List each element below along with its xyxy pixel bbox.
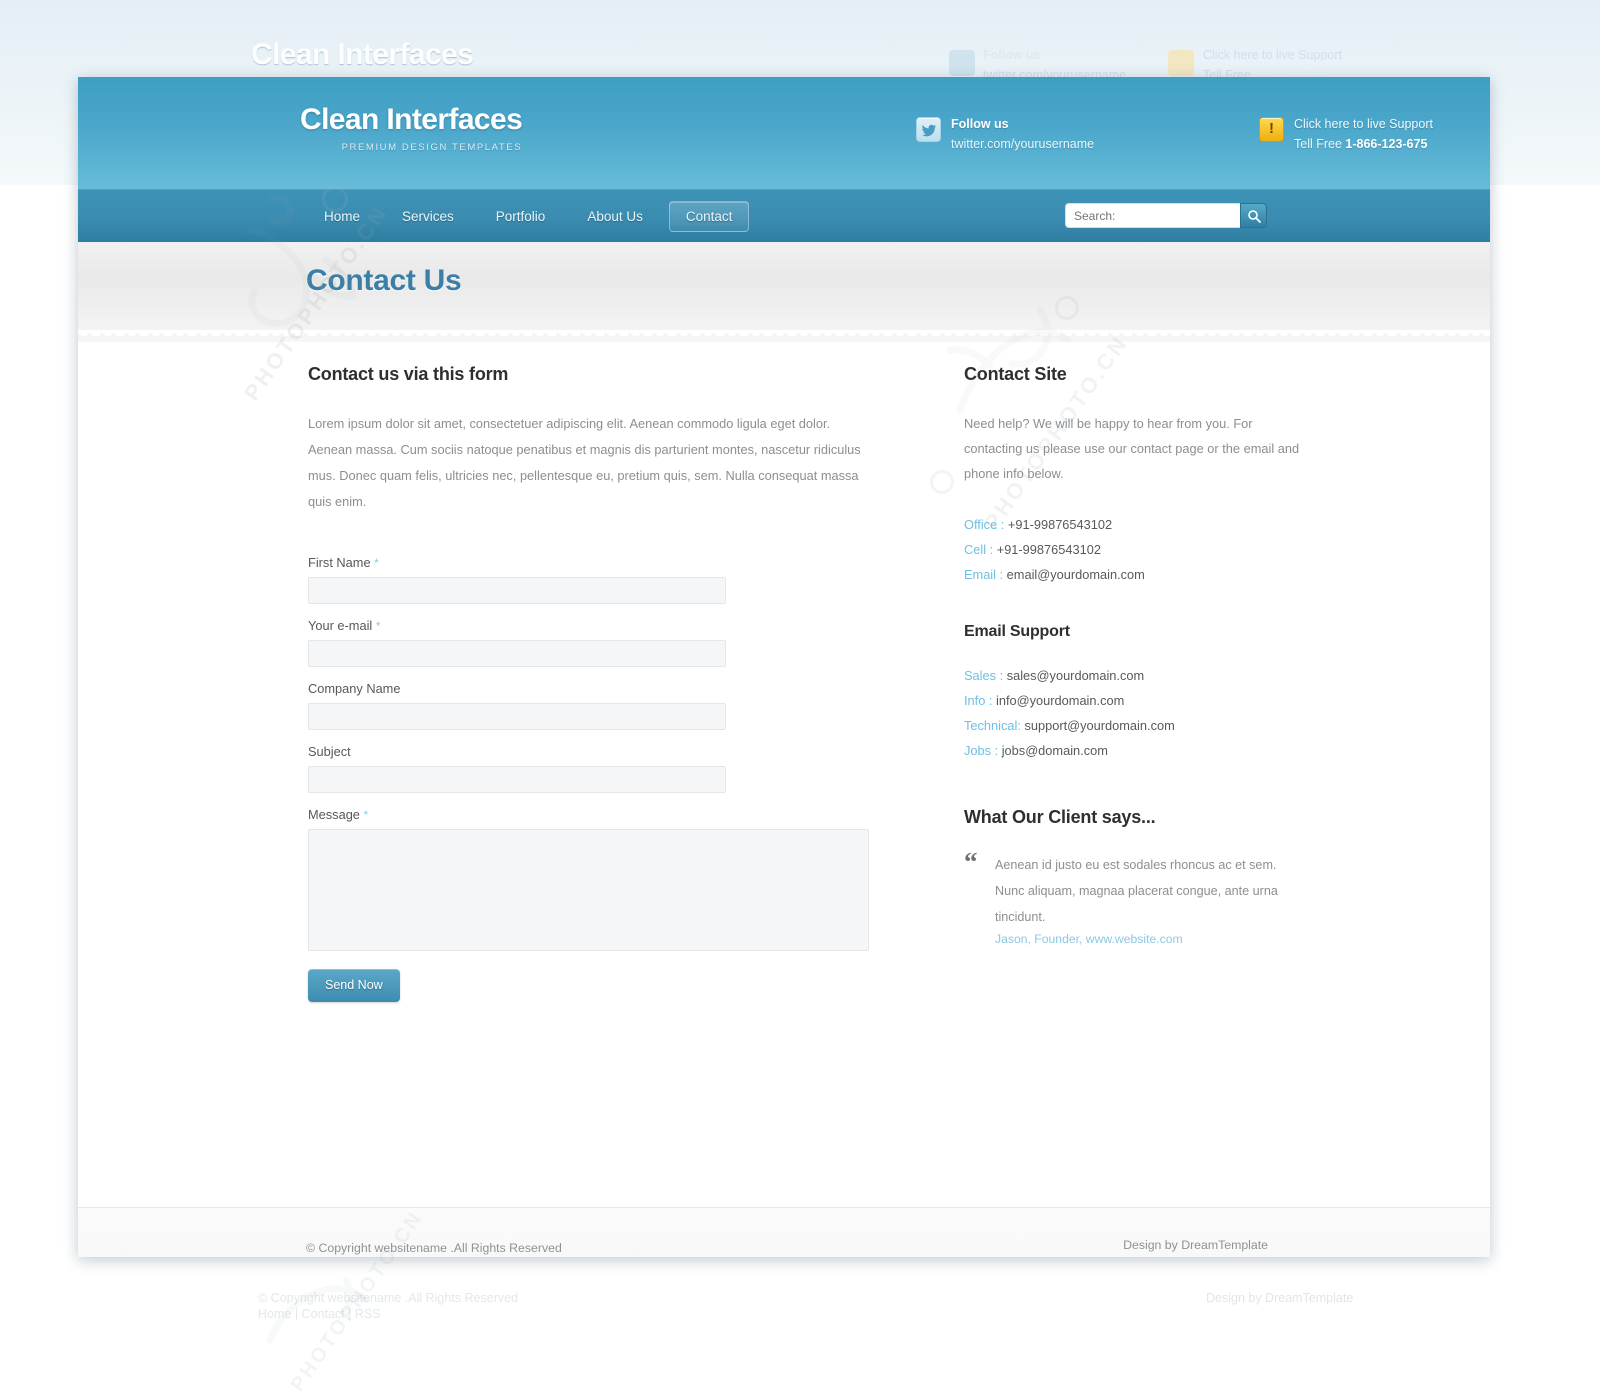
warning-glyph: ! <box>1269 120 1274 137</box>
message-label-text: Message <box>308 807 360 822</box>
jobs-value: jobs@domain.com <box>1001 743 1108 758</box>
ghost-footer-design-by: Design by DreamTemplate <box>1206 1291 1354 1305</box>
quote-mark-icon: “ <box>964 847 978 877</box>
support-row-info: Info : info@yourdomain.com <box>964 688 1309 713</box>
technical-label: Technical: <box>964 718 1021 733</box>
company-name-label-text: Company Name <box>308 681 401 696</box>
required-marker: * <box>374 556 379 570</box>
company-name-label: Company Name <box>308 681 873 696</box>
search-input[interactable] <box>1065 203 1240 228</box>
contact-info-column: Contact Site Need help? We will be happy… <box>964 364 1309 946</box>
support-phone-label: Tell Free <box>1294 137 1346 152</box>
footer-left: © Copyright websitename .All Rights Rese… <box>306 1238 562 1257</box>
info-value: info@yourdomain.com <box>996 693 1125 708</box>
support-phone: Tell Free 1-866-123-675 <box>1294 137 1433 151</box>
testimonial-heading: What Our Client says... <box>964 807 1156 827</box>
ghost-logo: Clean Interfaces <box>251 38 474 71</box>
ghost-support-title: Click here to live Support <box>1203 48 1342 62</box>
warning-icon: ! <box>1259 117 1284 142</box>
ghost-warning-icon <box>1168 50 1194 76</box>
ghost-footer-links: Home | Contact | RSS <box>258 1307 381 1321</box>
subject-label: Subject <box>308 744 873 759</box>
technical-value: support@yourdomain.com <box>1024 718 1175 733</box>
email-label-text: Your e-mail <box>308 618 373 633</box>
support-phone-number: 1-866-123-675 <box>1345 137 1428 152</box>
cell-value: +91-99876543102 <box>996 542 1101 557</box>
nav-item-services[interactable]: Services <box>386 202 470 231</box>
testimonial-quote: “ Aenean id justo eu est sodales rhoncus… <box>964 847 1309 947</box>
cell-label: Cell : <box>964 542 994 557</box>
live-support-widget[interactable]: ! Click here to live Support Tell Free 1… <box>1259 117 1433 152</box>
email-label: Email : <box>964 567 1004 582</box>
office-value: +91-99876543102 <box>1007 517 1113 532</box>
site-header: Clean Interfaces PREMIUM DESIGN TEMPLATE… <box>78 77 1490 189</box>
jobs-label: Jobs : <box>964 743 999 758</box>
ghost-follow-title: Follow us <box>983 48 1041 62</box>
email-label: Your e-mail * <box>308 618 873 633</box>
required-marker: * <box>375 619 381 633</box>
main-nav: Home Services Portfolio About Us Contact <box>308 190 759 243</box>
support-row-jobs: Jobs : jobs@domain.com <box>964 738 1309 763</box>
twitter-widget[interactable]: Follow us twitter.com/yourusername <box>916 117 1094 152</box>
twitter-title: Follow us <box>951 117 1009 131</box>
contact-form-column: Contact us via this form Lorem ipsum dol… <box>308 364 873 1002</box>
contact-site-intro: Need help? We will be happy to hear from… <box>964 416 1300 481</box>
logo-tagline: PREMIUM DESIGN TEMPLATES <box>341 142 523 153</box>
required-marker: * <box>363 808 369 822</box>
page-content: Contact us via this form Lorem ipsum dol… <box>78 342 1490 1207</box>
contact-row-office: Office : +91-99876543102 <box>964 512 1309 537</box>
send-now-button[interactable]: Send Now <box>308 969 400 1002</box>
email-support-heading: Email Support <box>964 623 1070 640</box>
first-name-label: First Name * <box>308 555 873 570</box>
support-row-sales: Sales : sales@yourdomain.com <box>964 663 1309 688</box>
first-name-input[interactable] <box>308 577 726 604</box>
contact-form: First Name * Your e-mail * Company Name … <box>308 555 873 1002</box>
site-footer: © Copyright websitename .All Rights Rese… <box>78 1207 1490 1257</box>
site-page: Clean Interfaces PREMIUM DESIGN TEMPLATE… <box>78 77 1490 1257</box>
first-name-label-text: First Name <box>308 555 371 570</box>
contact-row-cell: Cell : +91-99876543102 <box>964 537 1309 562</box>
twitter-icon <box>916 117 941 142</box>
ghost-twitter-icon <box>949 50 975 76</box>
nav-item-contact[interactable]: Contact <box>668 201 750 232</box>
page-title: Contact Us <box>306 264 462 297</box>
email-input[interactable] <box>308 640 726 667</box>
footer-design-by: Design by DreamTemplate <box>1123 1238 1268 1252</box>
contact-row-email: Email : email@yourdomain.com <box>964 562 1309 587</box>
message-label: Message * <box>308 807 873 822</box>
subject-input[interactable] <box>308 766 726 793</box>
page-title-band: Contact Us <box>78 242 1490 343</box>
sales-value: sales@yourdomain.com <box>1006 668 1145 683</box>
site-logo[interactable]: Clean Interfaces PREMIUM DESIGN TEMPLATE… <box>300 103 523 154</box>
nav-item-home[interactable]: Home <box>308 202 376 231</box>
logo-text: Clean Interfaces <box>300 103 523 136</box>
subject-label-text: Subject <box>308 744 351 759</box>
office-label: Office : <box>964 517 1005 532</box>
message-textarea[interactable] <box>308 829 869 951</box>
form-intro-text: Lorem ipsum dolor sit amet, consectetuer… <box>308 416 861 509</box>
search-icon <box>1248 210 1261 223</box>
contact-site-heading: Contact Site <box>964 364 1067 384</box>
twitter-handle: twitter.com/yourusername <box>951 137 1095 152</box>
search-box <box>1065 203 1267 228</box>
search-button[interactable] <box>1240 203 1267 228</box>
company-name-input[interactable] <box>308 703 726 730</box>
email-value: email@yourdomain.com <box>1006 567 1145 582</box>
nav-item-portfolio[interactable]: Portfolio <box>480 202 562 231</box>
sales-label: Sales : <box>964 668 1004 683</box>
footer-copyright: © Copyright websitename .All Rights Rese… <box>306 1241 562 1255</box>
form-heading: Contact us via this form <box>308 364 509 384</box>
support-title: Click here to live Support <box>1294 117 1433 131</box>
main-navigation-bar: Home Services Portfolio About Us Contact <box>78 189 1490 242</box>
testimonial-text: Aenean id justo eu est sodales rhoncus a… <box>995 858 1278 924</box>
info-label: Info : <box>964 693 993 708</box>
nav-item-about-us[interactable]: About Us <box>571 202 659 231</box>
ghost-footer-copyright: © Copyright websitename .All Rights Rese… <box>258 1291 519 1305</box>
testimonial-attribution[interactable]: Jason, Founder, www.website.com <box>995 932 1309 946</box>
support-row-technical: Technical: support@yourdomain.com <box>964 713 1309 738</box>
